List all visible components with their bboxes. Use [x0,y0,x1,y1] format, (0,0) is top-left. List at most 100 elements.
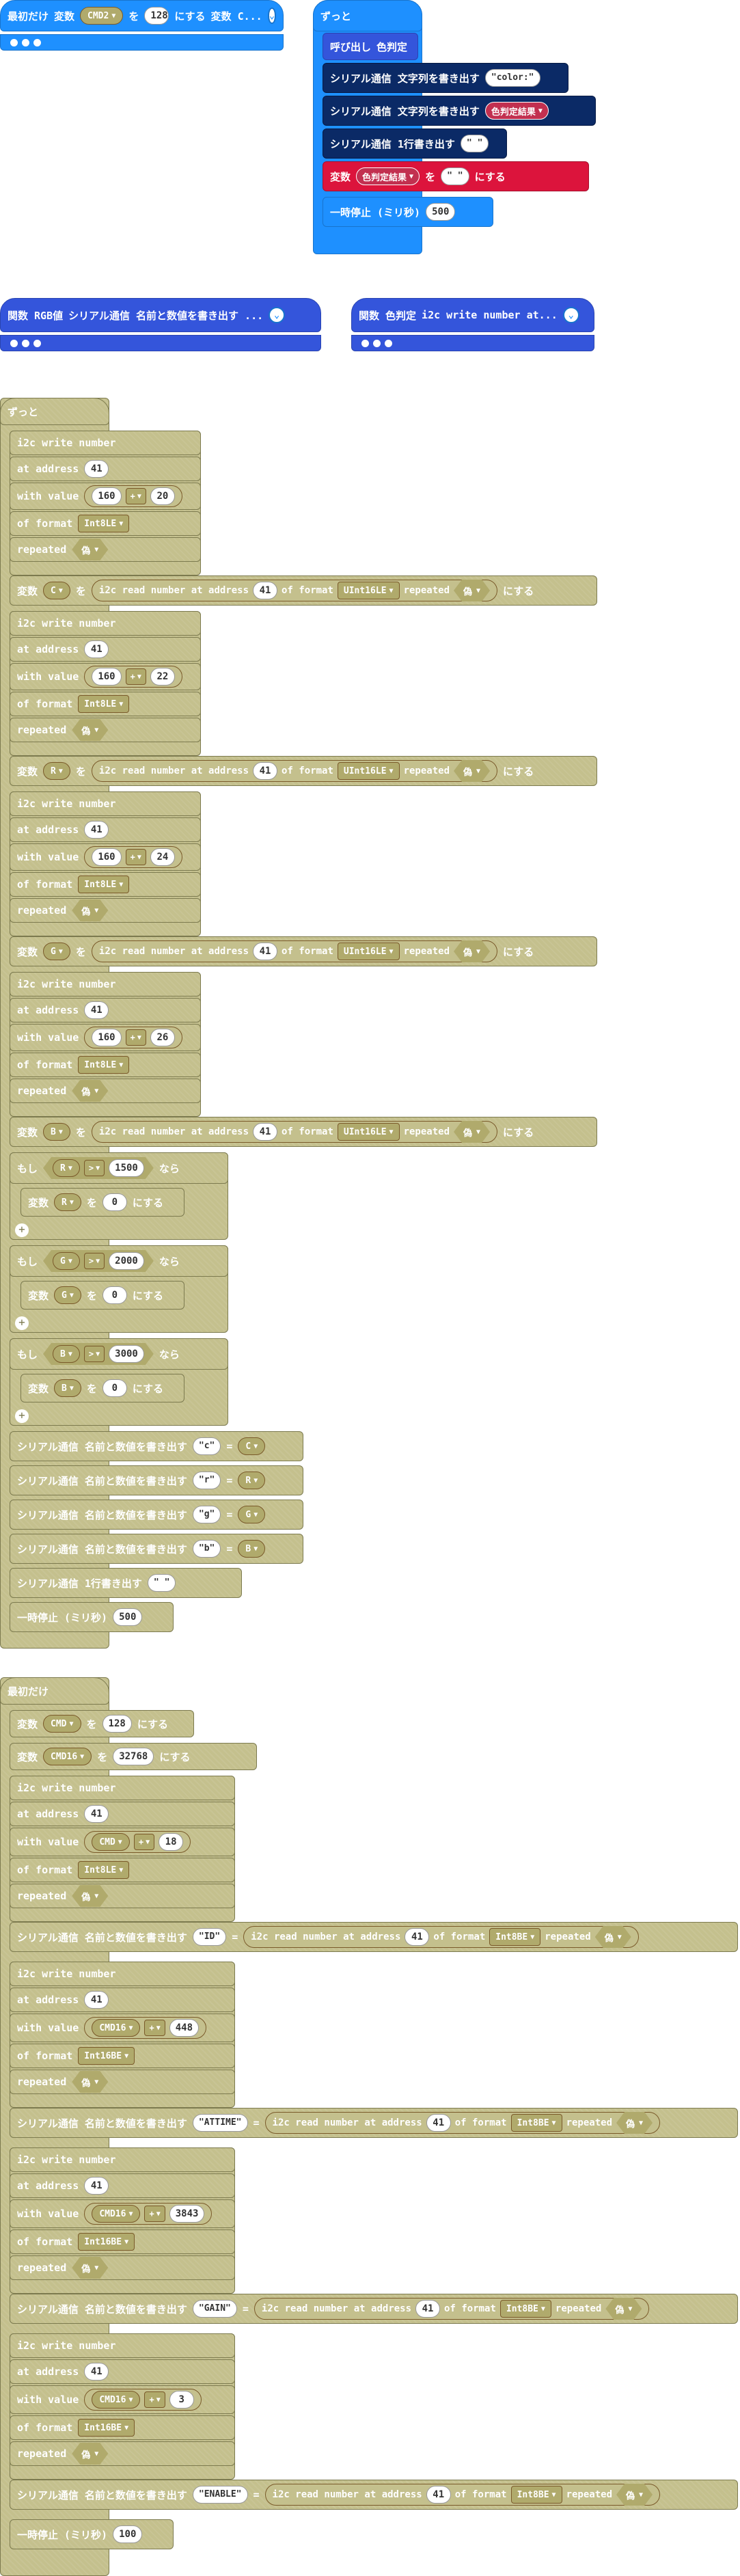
offset-input[interactable]: 3843 [169,2205,205,2223]
math-reporter[interactable]: CMD16 ▼ + ▼ 448 [84,2017,207,2039]
serial-write-value-block[interactable]: シリアル通信 名前と数値を書き出す "g" = G ▼ [10,1500,303,1530]
if-block[interactable]: もし G ▼ > ▼ 2000 なら [10,1245,228,1277]
format-dropdown[interactable]: UInt16LE ▼ [337,1123,400,1141]
comparison-reporter[interactable]: R ▼ > ▼ 1500 [43,1157,154,1179]
boolean-dropdown[interactable]: 偽 ▼ [72,719,108,741]
base-input[interactable]: 160 [92,1029,122,1046]
name-input[interactable]: "ID" [192,1928,227,1946]
value-input[interactable]: 0 [102,1286,127,1304]
boolean-dropdown[interactable]: 偽 ▼ [616,2484,653,2506]
comparison-reporter[interactable]: B ▼ > ▼ 3000 [43,1343,154,1365]
serial-write-string-block[interactable]: シリアル通信 文字列を書き出す 色判定結果 ▼ [323,96,596,126]
address-input[interactable]: 41 [84,1001,109,1019]
add-branch-icon[interactable]: + [15,1223,29,1237]
format-dropdown[interactable]: Int16BE ▼ [78,2419,135,2437]
format-dropdown[interactable]: Int8BE ▼ [510,2114,562,2132]
variable-dropdown[interactable]: CMD16 ▼ [92,2019,141,2037]
operator-dropdown[interactable]: + ▼ [144,2020,165,2036]
operator-dropdown[interactable]: > ▼ [84,1346,105,1362]
boolean-dropdown[interactable]: 偽 ▼ [72,2071,108,2093]
address-input[interactable]: 41 [253,762,278,780]
serial-write-string-block[interactable]: シリアル通信 文字列を書き出す "color:" [323,63,568,93]
if-block[interactable]: もし R ▼ > ▼ 1500 なら [10,1152,228,1184]
number-input[interactable]: 500 [426,203,456,221]
format-dropdown[interactable]: Int16BE ▼ [78,2233,135,2251]
repeated-row[interactable]: repeated 偽 ▼ [10,898,201,923]
operator-dropdown[interactable]: + ▼ [125,488,146,504]
at-address-row[interactable]: at address 41 [10,817,201,842]
with-value-row[interactable]: with value CMD16 ▼ + ▼ 3 [10,2385,235,2414]
set-variable-block[interactable]: 変数 B ▼ を i2c read number at address 41 of form… [10,1117,597,1147]
name-input[interactable]: "c" [192,1437,221,1455]
variable-dropdown[interactable]: R ▼ [43,762,70,780]
address-input[interactable]: 41 [415,2300,441,2318]
set-variable-block[interactable]: 変数 CMD16 ▼ を 32768 にする [10,1743,257,1770]
set-variable-block[interactable]: 変数 CMD ▼ を 128 にする [10,1710,194,1737]
variable-dropdown[interactable]: B ▼ [53,1345,80,1363]
i2c-write-number-block[interactable]: i2c write number [10,1776,235,1800]
offset-input[interactable]: 24 [150,848,175,866]
serial-write-value-block[interactable]: シリアル通信 名前と数値を書き出す "GAIN" = i2c read number … [10,2294,738,2324]
set-variable-block[interactable]: 変数 G ▼ を i2c read number at address 41 of form… [10,936,597,966]
string-input[interactable]: " " [147,1574,176,1592]
workspace[interactable]: 最初だけ 変数 CMD2 ▼ を 128 にする 変数 C... ⌄ ずっと 呼び出し 色判定 シリアル… [0,0,740,2576]
expand-chevron-icon[interactable]: ⌄ [267,8,277,24]
address-input[interactable]: 41 [84,640,109,658]
limit-input[interactable]: 2000 [109,1252,144,1270]
serial-write-value-block[interactable]: シリアル通信 名前と数値を書き出す "b" = B ▼ [10,1534,303,1564]
address-input[interactable]: 41 [84,2177,109,2195]
i2c-write-number-block[interactable]: i2c write number [10,791,201,816]
at-address-row[interactable]: at address 41 [10,2173,235,2198]
on-start-collapsed-block[interactable]: 最初だけ 変数 CMD2 ▼ を 128 にする 変数 C... ⌄ [0,0,284,31]
base-input[interactable]: 160 [92,487,122,505]
repeated-row[interactable]: repeated 偽 ▼ [10,2441,235,2466]
address-input[interactable]: 41 [84,2363,109,2381]
variable-dropdown[interactable]: G ▼ [238,1506,266,1523]
i2c-read-reporter[interactable]: i2c read number at address 41 of format UIn… [91,760,498,782]
operator-dropdown[interactable]: + ▼ [144,2391,165,2408]
forever-block[interactable]: ずっと [313,0,422,31]
boolean-dropdown[interactable]: 偽 ▼ [454,1121,490,1143]
at-address-row[interactable]: at address 41 [10,1802,235,1826]
set-variable-block[interactable]: 変数 G ▼ を 0 にする [20,1281,184,1310]
repeated-row[interactable]: repeated 偽 ▼ [10,1079,201,1103]
serial-write-value-block[interactable]: シリアル通信 名前と数値を書き出す "ATTIME" = i2c read numbe… [10,2108,738,2138]
of-format-row[interactable]: of format Int8LE ▼ [10,872,201,897]
operator-dropdown[interactable]: > ▼ [84,1160,105,1176]
at-address-row[interactable]: at address 41 [10,457,201,481]
name-input[interactable]: "b" [192,1540,221,1558]
collapsed-dots[interactable] [351,335,594,351]
at-address-row[interactable]: at address 41 [10,1988,235,2012]
offset-input[interactable]: 22 [150,668,175,686]
of-format-row[interactable]: of format Int8LE ▼ [10,1053,201,1077]
boolean-dropdown[interactable]: 偽 ▼ [72,2443,108,2465]
variable-dropdown[interactable]: CMD16 ▼ [92,2391,141,2409]
boolean-dropdown[interactable]: 偽 ▼ [72,539,108,560]
with-value-row[interactable]: with value 160 + ▼ 26 [10,1024,201,1051]
forever-block[interactable]: ずっと [0,398,109,425]
set-variable-block[interactable]: 変数 R ▼ を 0 にする [20,1188,184,1217]
i2c-read-reporter[interactable]: i2c read number at address 41 of format Int… [264,2112,661,2134]
format-dropdown[interactable]: Int8LE ▼ [78,695,130,713]
string-input[interactable]: " " [441,167,469,185]
variable-dropdown[interactable]: G ▼ [54,1286,81,1304]
math-reporter[interactable]: CMD ▼ + ▼ 18 [84,1831,191,1853]
name-input[interactable]: "ATTIME" [192,2114,248,2132]
repeated-row[interactable]: repeated 偽 ▼ [10,2255,235,2280]
variable-dropdown[interactable]: CMD16 ▼ [43,1748,92,1765]
format-dropdown[interactable]: UInt16LE ▼ [337,582,400,599]
expand-chevron-icon[interactable]: ⌄ [562,307,579,323]
format-dropdown[interactable]: Int8BE ▼ [499,2300,551,2318]
name-input[interactable]: "g" [192,1506,221,1523]
number-input[interactable]: 128 [144,7,169,25]
limit-input[interactable]: 3000 [109,1345,144,1363]
value-input[interactable]: 0 [102,1193,127,1211]
if-block[interactable]: もし B ▼ > ▼ 3000 なら [10,1338,228,1370]
serial-write-value-block[interactable]: シリアル通信 名前と数値を書き出す "c" = C ▼ [10,1431,303,1461]
of-format-row[interactable]: of format Int16BE ▼ [10,2415,235,2440]
name-input[interactable]: "GAIN" [192,2300,237,2318]
variable-dropdown[interactable]: B ▼ [54,1379,81,1397]
with-value-row[interactable]: with value 160 + ▼ 20 [10,483,201,510]
on-start-block[interactable]: 最初だけ [0,1677,109,1705]
base-input[interactable]: 160 [92,848,122,866]
